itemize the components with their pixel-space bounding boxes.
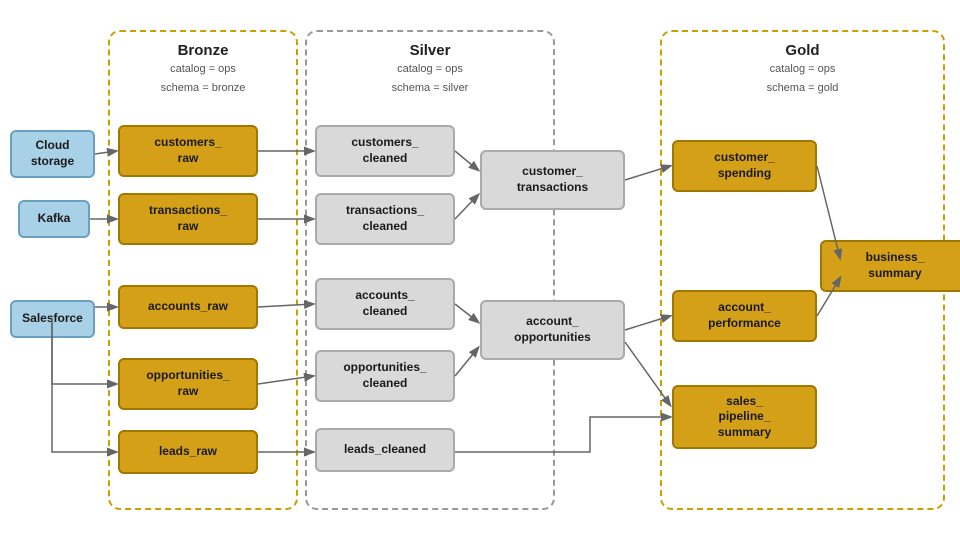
node-leads-cleaned: leads_cleaned: [315, 428, 455, 472]
node-transactions-raw: transactions_raw: [118, 193, 258, 245]
bronze-label: Bronze catalog = ops schema = bronze: [110, 42, 296, 96]
node-customers-cleaned: customers_cleaned: [315, 125, 455, 177]
node-opportunities-cleaned: opportunities_cleaned: [315, 350, 455, 402]
node-opportunities-raw: opportunities_raw: [118, 358, 258, 410]
bronze-catalog: catalog = ops: [110, 61, 296, 78]
silver-label: Silver catalog = ops schema = silver: [307, 42, 553, 96]
gold-label: Gold catalog = ops schema = gold: [662, 42, 943, 96]
gold-catalog: catalog = ops: [662, 61, 943, 78]
node-accounts-raw: accounts_raw: [118, 285, 258, 329]
node-account-performance: account_performance: [672, 290, 817, 342]
gold-title: Gold: [662, 42, 943, 59]
source-salesforce: Salesforce: [10, 300, 95, 338]
node-customer-spending: customer_spending: [672, 140, 817, 192]
source-kafka: Kafka: [18, 200, 90, 238]
source-cloud-storage: Cloud storage: [10, 130, 95, 178]
node-transactions-cleaned: transactions_cleaned: [315, 193, 455, 245]
gold-schema: schema = gold: [662, 80, 943, 97]
silver-catalog: catalog = ops: [307, 61, 553, 78]
silver-schema: schema = silver: [307, 80, 553, 97]
node-customer-transactions: customer_transactions: [480, 150, 625, 210]
diagram-container: Bronze catalog = ops schema = bronze Sil…: [0, 0, 960, 540]
node-business-summary: business_summary: [820, 240, 960, 292]
node-accounts-cleaned: accounts_cleaned: [315, 278, 455, 330]
node-leads-raw: leads_raw: [118, 430, 258, 474]
node-sales-pipeline-summary: sales_pipeline_summary: [672, 385, 817, 449]
node-account-opportunities: account_opportunities: [480, 300, 625, 360]
bronze-schema: schema = bronze: [110, 80, 296, 97]
silver-title: Silver: [307, 42, 553, 59]
node-customers-raw: customers_raw: [118, 125, 258, 177]
bronze-title: Bronze: [110, 42, 296, 59]
